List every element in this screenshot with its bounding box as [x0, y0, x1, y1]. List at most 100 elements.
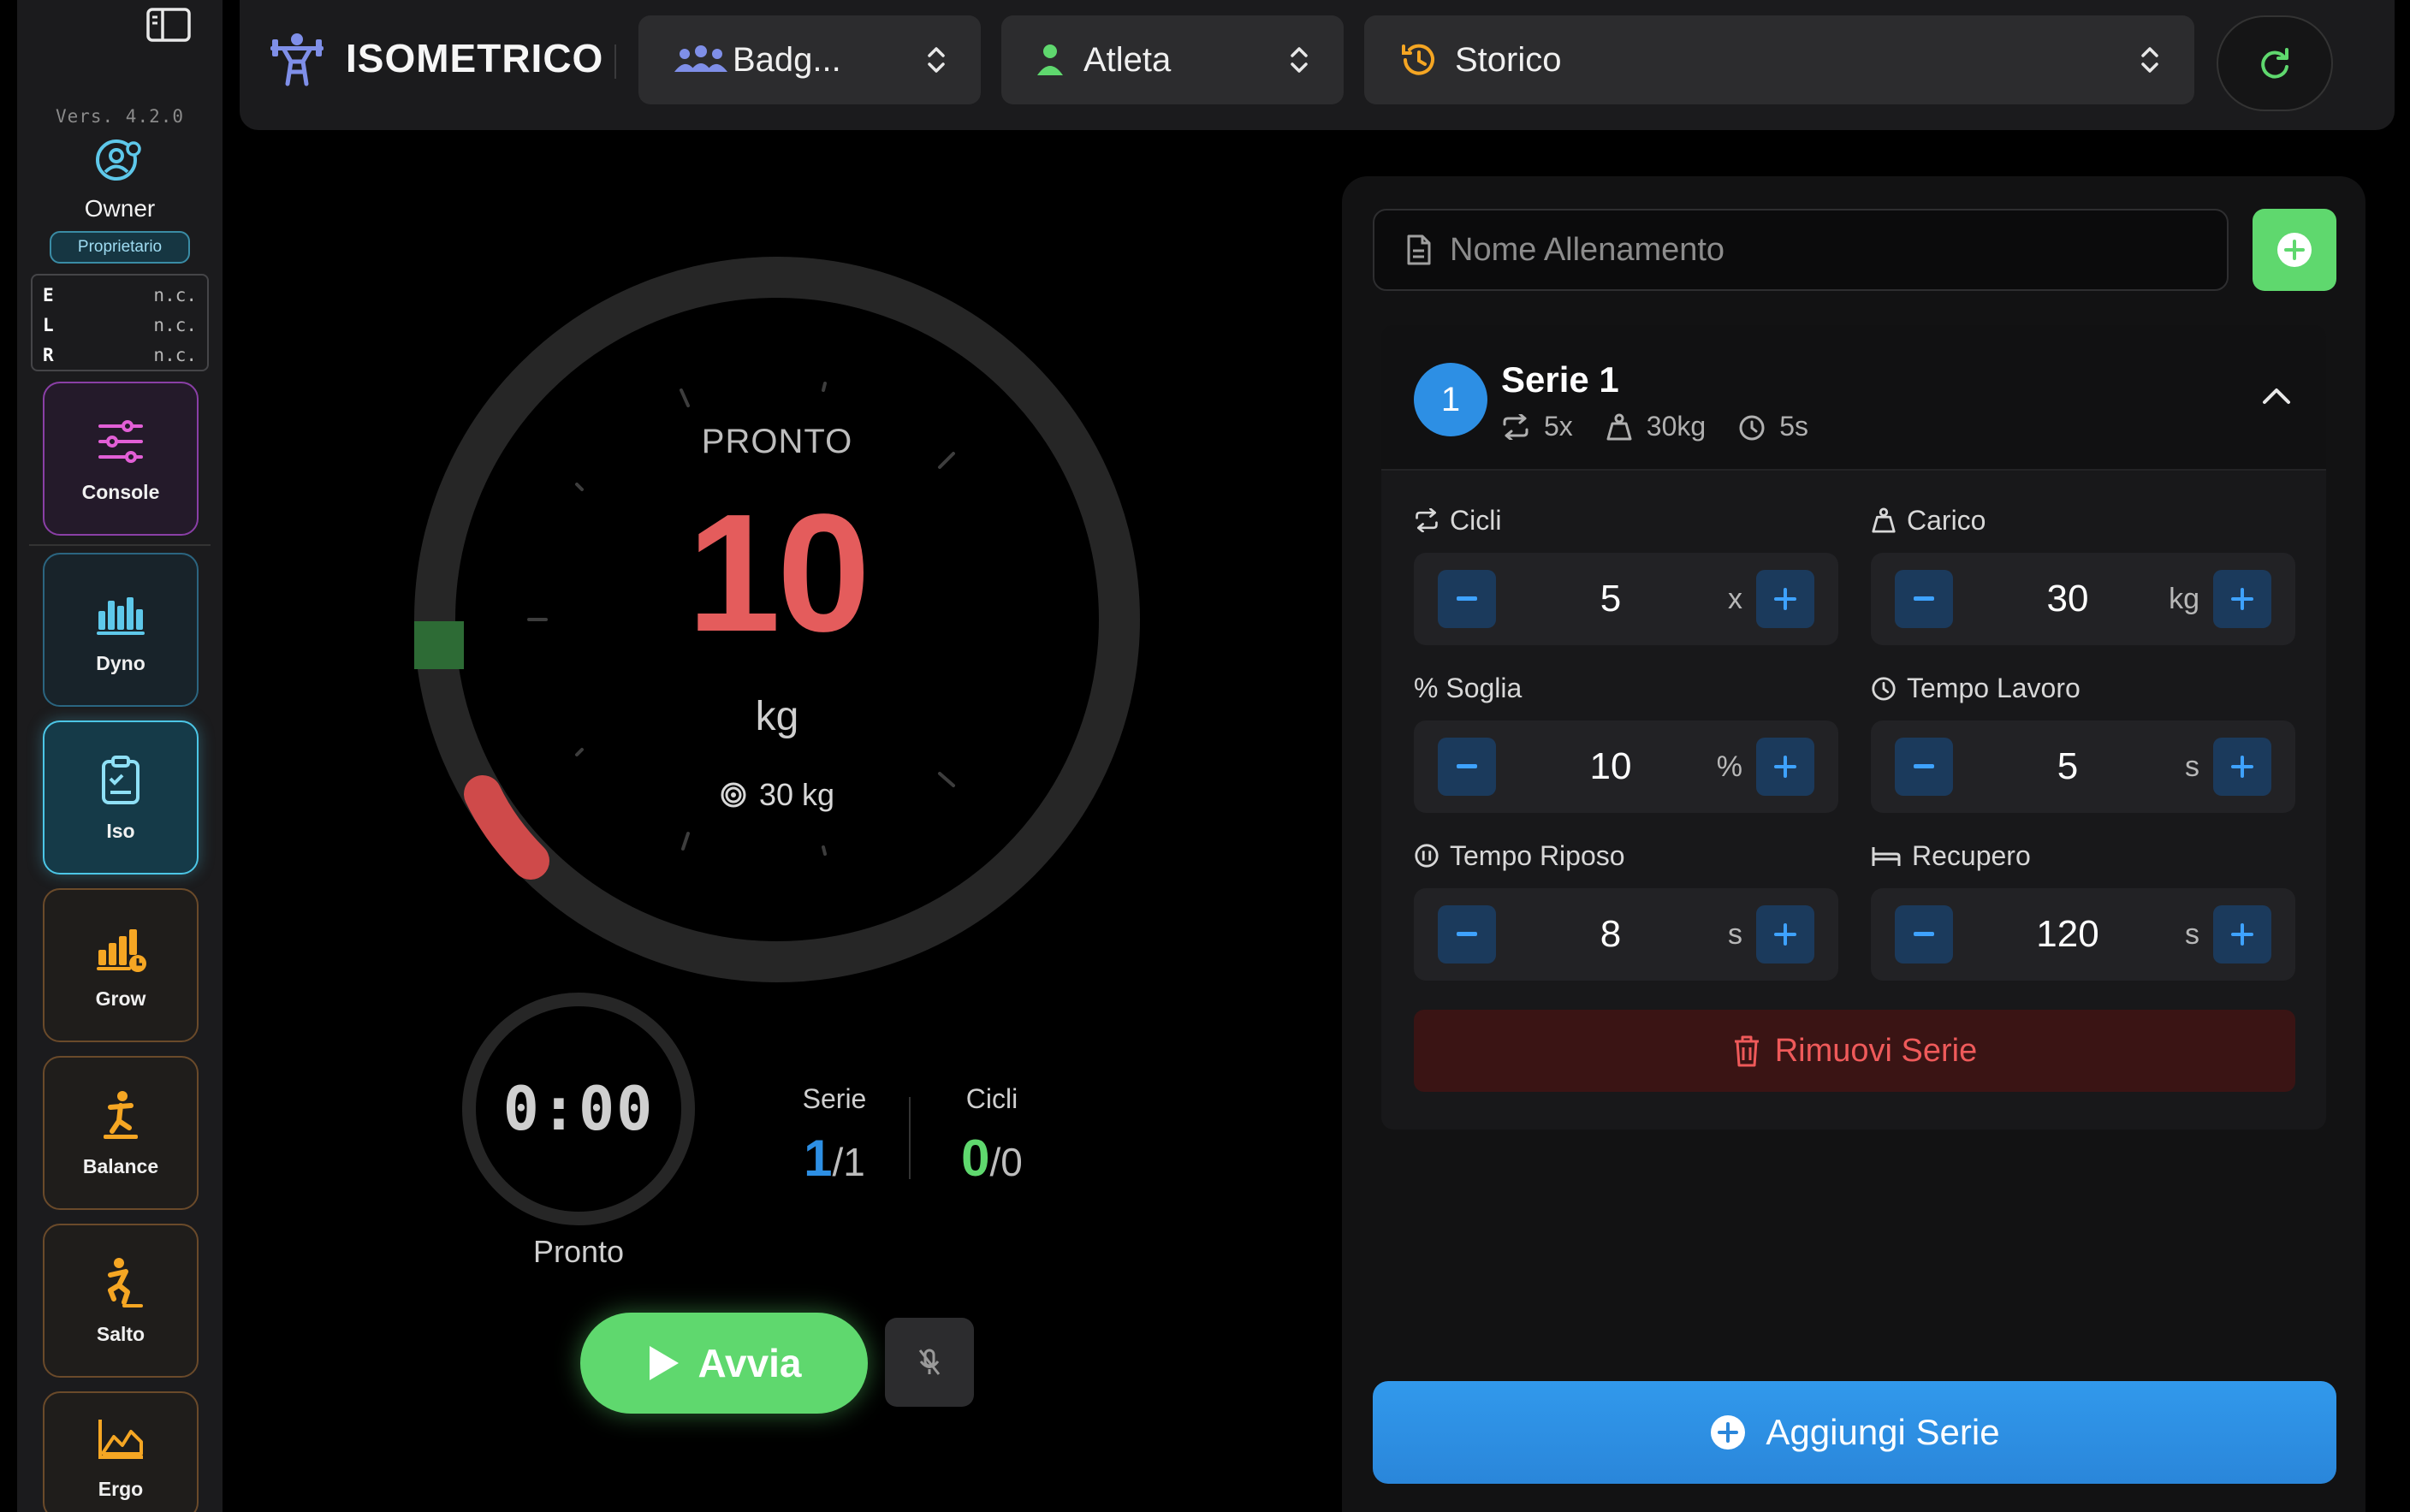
group-select[interactable]: Badg...	[638, 15, 981, 104]
series-summary: 5x 30kg 5s	[1501, 411, 1841, 442]
nav-label: Salto	[96, 1322, 145, 1345]
recupero-field: Recupero 120 s	[1871, 839, 2295, 981]
nav-balance-button[interactable]: Balance	[43, 1056, 199, 1210]
tempo-riposo-unit: s	[1728, 918, 1742, 951]
bed-icon	[1872, 847, 1901, 866]
minus-icon	[1914, 932, 1934, 936]
tempo-lavoro-increment-button[interactable]	[2213, 738, 2271, 796]
tempo-lavoro-unit: s	[2185, 750, 2199, 783]
chevron-up-down-icon	[2140, 45, 2160, 74]
nav-dyno-button[interactable]: Dyno	[43, 553, 199, 707]
user-role-badge: Proprietario	[50, 231, 190, 264]
tempo-lavoro-decrement-button[interactable]	[1895, 738, 1953, 796]
gauge-target: 30 kg	[414, 777, 1140, 813]
soglia-unit: %	[1716, 750, 1742, 783]
recupero-increment-button[interactable]	[2213, 905, 2271, 964]
nav-iso-button[interactable]: Iso	[43, 720, 199, 875]
cicli-value[interactable]: 5	[1508, 553, 1713, 645]
counter-divider	[909, 1097, 911, 1179]
target-icon	[721, 782, 746, 808]
series-number-badge: 1	[1414, 363, 1487, 436]
carico-stepper: 30 kg	[1871, 553, 2295, 645]
minus-icon	[1457, 764, 1477, 768]
app-version: Vers. 4.2.0	[55, 106, 185, 127]
mic-toggle-button[interactable]	[885, 1318, 974, 1407]
minus-icon	[1457, 596, 1477, 601]
plus-circle-icon	[1711, 1415, 1746, 1450]
app-title: ISOMETRICO	[346, 36, 604, 80]
recupero-unit: s	[2185, 918, 2199, 951]
start-button-label: Avvia	[697, 1341, 802, 1385]
carico-decrement-button[interactable]	[1895, 570, 1953, 628]
history-icon	[1398, 43, 1436, 77]
save-workout-button[interactable]	[2253, 209, 2336, 291]
cicli-decrement-button[interactable]	[1438, 570, 1496, 628]
tempo-riposo-decrement-button[interactable]	[1438, 905, 1496, 964]
history-select-value: Storico	[1455, 40, 1562, 79]
soglia-decrement-button[interactable]	[1438, 738, 1496, 796]
workout-name-input[interactable]	[1450, 231, 2220, 269]
cicli-stepper: 5 x	[1414, 553, 1838, 645]
carico-label: Carico	[1907, 504, 1986, 536]
refresh-button[interactable]	[2217, 15, 2333, 111]
soglia-increment-button[interactable]	[1756, 738, 1814, 796]
recupero-stepper: 120 s	[1871, 888, 2295, 981]
nav-grow-button[interactable]: Grow	[43, 888, 199, 1042]
sensor-status-panel: En.c. Ln.c. Rn.c.	[31, 274, 209, 371]
workout-name-field[interactable]	[1373, 209, 2229, 291]
recupero-decrement-button[interactable]	[1895, 905, 1953, 964]
serie-counter: Serie 1/1	[770, 1083, 899, 1188]
timer-icon	[1872, 677, 1896, 701]
cicli-total: /0	[989, 1140, 1023, 1184]
carico-increment-button[interactable]	[2213, 570, 2271, 628]
carico-field: Carico 30 kg	[1871, 503, 2295, 645]
nav-label: Grow	[95, 987, 146, 1010]
minus-icon	[1914, 596, 1934, 601]
carico-value[interactable]: 30	[1965, 553, 2170, 645]
tempo-riposo-stepper: 8 s	[1414, 888, 1838, 981]
sidebar-toggle-icon[interactable]	[145, 7, 192, 43]
brand: ISOMETRICO	[269, 27, 603, 89]
series-card: 1 Serie 1 5x 30kg 5s Cicli 5 x Carico 30…	[1381, 325, 2326, 1130]
start-button[interactable]: Avvia	[580, 1313, 868, 1414]
repeat-icon	[1416, 508, 1438, 532]
nav-console-button[interactable]: Console	[43, 382, 199, 536]
play-icon	[650, 1346, 680, 1380]
sensor-key: R	[43, 345, 54, 365]
sliders-icon	[93, 414, 148, 469]
remove-series-button[interactable]: Rimuovi Serie	[1414, 1010, 2295, 1092]
recupero-value[interactable]: 120	[1965, 888, 2170, 981]
tempo-riposo-value[interactable]: 8	[1508, 888, 1713, 981]
nav-label: Dyno	[96, 651, 145, 674]
series-reps: 5x	[1544, 411, 1573, 442]
athlete-select-value: Atleta	[1083, 40, 1172, 79]
sensor-status-row: Rn.c.	[43, 341, 197, 371]
athlete-select[interactable]: Atleta	[1001, 15, 1344, 104]
user-gear-icon	[92, 137, 145, 183]
cicli-counter-label: Cicli	[965, 1083, 1018, 1114]
refresh-icon	[2256, 44, 2294, 82]
group-select-value: Badg...	[733, 40, 841, 79]
brand-divider	[614, 44, 616, 79]
plus-circle-icon	[2277, 233, 2312, 267]
add-series-button[interactable]: Aggiungi Serie	[1373, 1381, 2336, 1484]
history-select[interactable]: Storico	[1364, 15, 2194, 104]
weight-icon	[1872, 507, 1896, 533]
soglia-value[interactable]: 10	[1508, 720, 1713, 813]
gauge-unit: kg	[755, 694, 799, 739]
nav-label: Balance	[82, 1154, 159, 1177]
chevron-up-down-icon	[1289, 45, 1309, 74]
mic-off-icon	[918, 1349, 941, 1375]
sensor-value: n.c.	[153, 345, 197, 365]
workout-panel: 1 Serie 1 5x 30kg 5s Cicli 5 x Carico	[1342, 176, 2365, 1512]
tempo-lavoro-value[interactable]: 5	[1965, 720, 2170, 813]
nav-salto-button[interactable]: Salto	[43, 1224, 199, 1378]
minus-icon	[1914, 764, 1934, 768]
tempo-riposo-increment-button[interactable]	[1756, 905, 1814, 964]
nav-ergo-button[interactable]: Ergo	[43, 1391, 199, 1512]
tempo-lavoro-field: Tempo Lavoro 5 s	[1871, 671, 2295, 813]
chevron-up-icon[interactable]	[2261, 383, 2292, 407]
series-header[interactable]: 1 Serie 1 5x 30kg 5s	[1381, 325, 2326, 471]
cicli-increment-button[interactable]	[1756, 570, 1814, 628]
cicli-label: Cicli	[1450, 504, 1502, 536]
